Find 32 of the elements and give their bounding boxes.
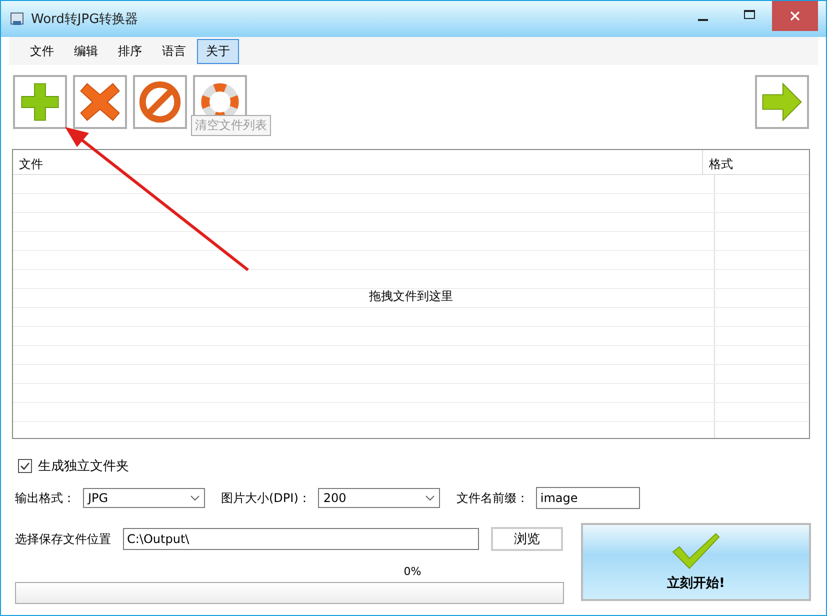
next-button[interactable] xyxy=(755,75,809,129)
path-field[interactable]: C:\Output\ xyxy=(123,528,479,550)
menu-item[interactable]: 文件 xyxy=(21,38,63,64)
field-label: 选择保存文件位置 xyxy=(15,530,111,548)
column-header[interactable]: 文件 xyxy=(13,150,703,174)
start-button[interactable]: 立刻开始! xyxy=(581,523,811,601)
field-label: 输出格式： xyxy=(15,490,75,506)
menu-item[interactable]: 关于 xyxy=(197,38,239,64)
menu-item[interactable]: 语言 xyxy=(153,38,195,64)
stop-button[interactable] xyxy=(133,75,187,129)
checkmark-icon xyxy=(671,532,721,570)
field-label: 图片大小(DPI)： xyxy=(221,490,310,506)
column-header[interactable]: 格式 xyxy=(703,150,809,174)
chevron-down-icon xyxy=(425,495,436,501)
format-dropdown[interactable]: JPG xyxy=(83,488,205,508)
browse-button[interactable]: 浏览 xyxy=(491,527,563,551)
dpi-dropdown[interactable]: 200 xyxy=(318,488,440,508)
prefix-field[interactable]: image xyxy=(536,487,640,509)
checkbox[interactable] xyxy=(18,459,32,473)
chevron-down-icon xyxy=(190,495,200,501)
close-button[interactable] xyxy=(772,1,818,31)
progress-reading: 0% xyxy=(404,565,422,578)
remove-button[interactable] xyxy=(73,75,127,129)
window-title: Word转JPG转换器 xyxy=(31,11,138,28)
add-button[interactable] xyxy=(13,75,67,129)
drop-hint: 拖拽文件到这里 xyxy=(369,288,453,305)
field-label: 文件名前缀： xyxy=(456,490,528,506)
menu-item[interactable]: 排序 xyxy=(109,38,151,64)
checkbox-label: 生成独立文件夹 xyxy=(38,458,129,475)
menu-item[interactable]: 编辑 xyxy=(65,38,107,64)
tooltip: 清空文件列表 xyxy=(191,115,271,136)
app-icon xyxy=(9,11,25,27)
